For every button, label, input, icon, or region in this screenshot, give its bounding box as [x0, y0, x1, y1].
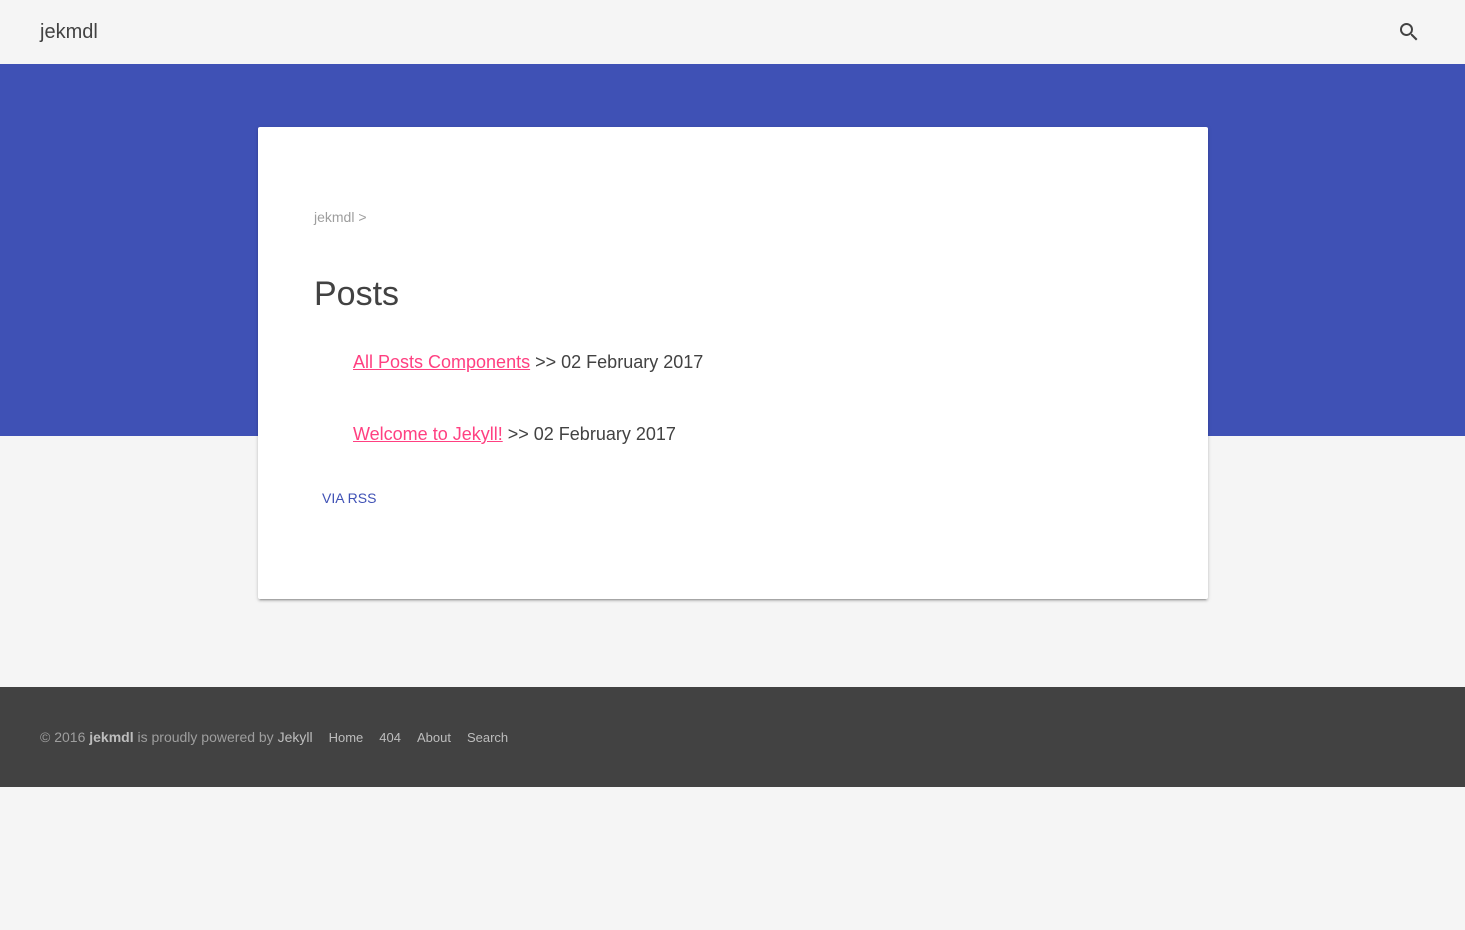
post-date: 02 February 2017 [561, 352, 704, 372]
breadcrumb-home[interactable]: jekmdl [314, 209, 354, 225]
top-bar: jekmdl [0, 0, 1465, 64]
breadcrumb: jekmdl > [314, 208, 367, 226]
site-title[interactable]: jekmdl [40, 20, 98, 44]
footer-link-about[interactable]: About [417, 730, 451, 745]
page-title: Posts [314, 275, 400, 313]
footer-content: © 2016 jekmdl is proudly powered by Jeky… [40, 727, 508, 747]
footer-copyright: © 2016 jekmdl is proudly powered by Jeky… [40, 729, 313, 745]
rss-button[interactable]: VIA RSS [322, 489, 376, 507]
post-list-item: Welcome to Jekyll! >> 02 February 2017 [353, 422, 676, 446]
footer-link-home[interactable]: Home [329, 730, 364, 745]
post-separator: >> [507, 424, 529, 444]
footer-site-name: jekmdl [89, 729, 134, 745]
content-card: jekmdl > Posts All Posts Components >> 0… [258, 127, 1208, 599]
search-icon [1400, 23, 1418, 41]
breadcrumb-separator: > [358, 209, 367, 225]
post-link[interactable]: All Posts Components [353, 352, 530, 372]
copyright-prefix: © 2016 [40, 729, 86, 745]
search-button[interactable] [1392, 15, 1426, 49]
footer-link-search[interactable]: Search [467, 730, 508, 745]
post-separator: >> [535, 352, 557, 372]
footer: © 2016 jekmdl is proudly powered by Jeky… [0, 687, 1465, 787]
powered-by-text: is proudly powered by [137, 729, 274, 745]
footer-link-404[interactable]: 404 [379, 730, 401, 745]
app: jekmdl jekmdl > Posts All Posts Componen… [0, 0, 1465, 930]
post-list-item: All Posts Components >> 02 February 2017 [353, 350, 703, 374]
jekyll-link[interactable]: Jekyll [278, 729, 313, 745]
post-date: 02 February 2017 [533, 424, 676, 444]
post-link[interactable]: Welcome to Jekyll! [353, 424, 503, 444]
